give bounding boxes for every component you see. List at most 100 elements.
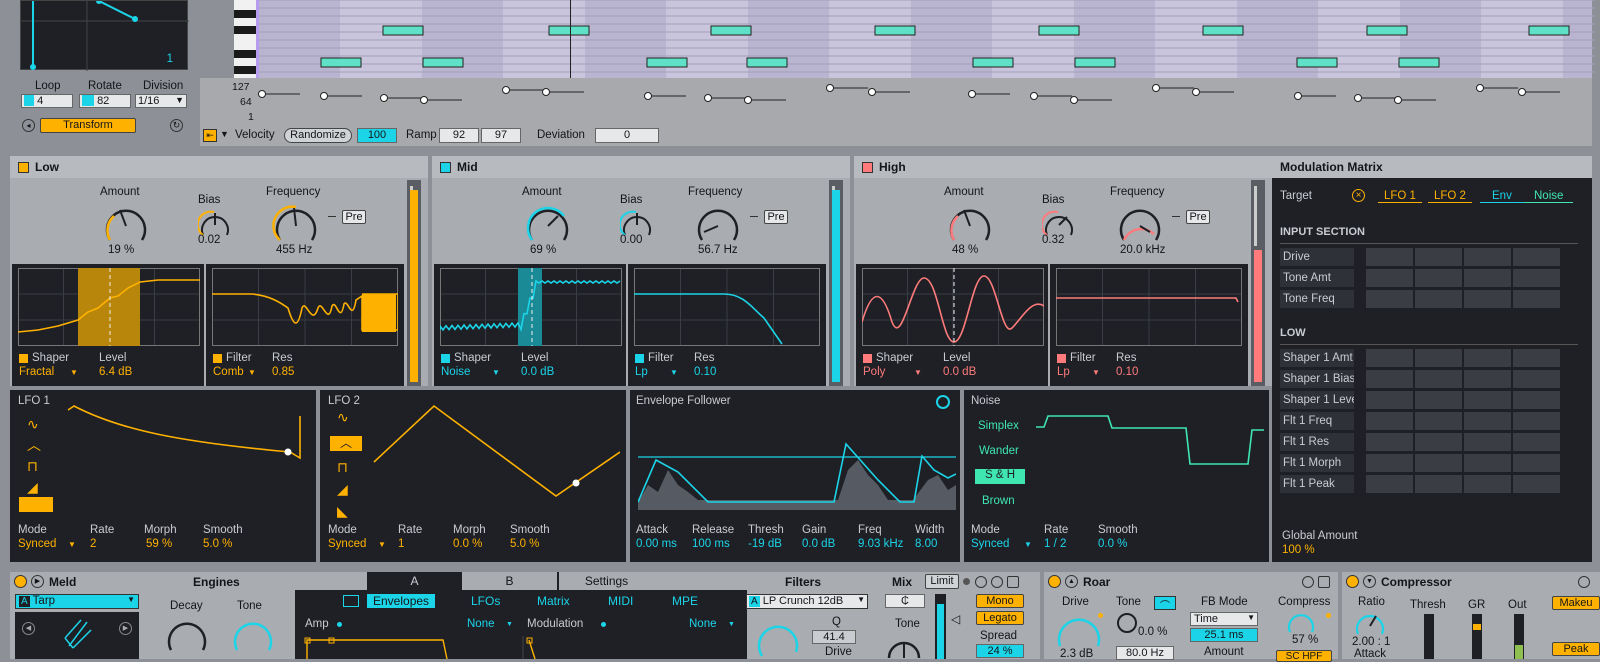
matrix-cell[interactable] xyxy=(1464,269,1511,287)
global-amount-value[interactable]: 100 % xyxy=(1282,544,1315,556)
hot-swap-icon[interactable] xyxy=(1302,576,1314,588)
env-gain[interactable]: 0.0 dB xyxy=(802,538,835,550)
env-thresh[interactable]: -19 dB xyxy=(748,538,782,550)
subtab-envelopes[interactable]: Envelopes xyxy=(367,594,436,608)
bias-value[interactable]: 0.00 xyxy=(620,234,642,246)
saw-wave-icon[interactable]: ◢ xyxy=(27,477,41,498)
matrix-cell[interactable] xyxy=(1415,370,1462,388)
out-meter[interactable] xyxy=(1514,614,1524,659)
frequency-knob[interactable] xyxy=(694,202,744,248)
noise-type-wander[interactable]: Wander xyxy=(979,445,1019,457)
source-lfo2[interactable]: LFO 2 xyxy=(1428,190,1472,203)
pre-button[interactable]: Pre xyxy=(342,210,366,224)
source-env[interactable]: Env xyxy=(1480,190,1524,203)
amount-knob[interactable] xyxy=(102,202,152,248)
hot-swap-icon[interactable] xyxy=(991,576,1003,588)
matrix-cell[interactable] xyxy=(1366,475,1413,493)
matrix-cell[interactable] xyxy=(1513,248,1560,266)
collapse-icon[interactable]: ▲ xyxy=(1065,575,1078,588)
rotate-field[interactable]: 82 xyxy=(79,94,131,108)
amount-knob[interactable] xyxy=(946,202,996,248)
matrix-cell[interactable] xyxy=(1366,349,1413,367)
matrix-cell[interactable] xyxy=(1415,433,1462,451)
compress-value[interactable]: 57 % xyxy=(1292,634,1318,646)
matrix-cell[interactable] xyxy=(1513,412,1560,430)
amount-knob[interactable] xyxy=(524,202,574,248)
matrix-cell[interactable] xyxy=(1464,370,1511,388)
frequency-value[interactable]: 455 Hz xyxy=(276,244,312,256)
fb-time-value[interactable]: 25.1 ms xyxy=(1190,628,1258,642)
lfo1-smooth[interactable]: 5.0 % xyxy=(203,538,232,550)
matrix-cell[interactable] xyxy=(1464,475,1511,493)
limit-button[interactable]: Limit xyxy=(925,574,959,589)
fold-icon[interactable]: ⇤ xyxy=(203,129,217,142)
lfo2-mode[interactable]: Synced xyxy=(328,538,366,550)
loop-field[interactable]: 4 xyxy=(21,94,73,108)
level-value[interactable]: 0.0 dB xyxy=(521,366,554,378)
shaper-type[interactable]: Fractal xyxy=(19,366,54,378)
prev-icon[interactable]: ◀ xyxy=(22,622,35,635)
matrix-cell[interactable] xyxy=(1366,290,1413,308)
matrix-cell[interactable] xyxy=(1366,370,1413,388)
mpe-icon[interactable] xyxy=(975,576,987,588)
spread-value[interactable]: 24 % xyxy=(976,644,1024,658)
makeup-button[interactable]: Makeu xyxy=(1552,596,1600,610)
matrix-cell[interactable] xyxy=(1513,349,1560,367)
tab-settings[interactable]: Settings xyxy=(559,572,654,590)
roar-tone-freq[interactable]: 80.0 Hz xyxy=(1116,646,1174,660)
filter-graph[interactable] xyxy=(634,268,820,346)
matrix-cell[interactable] xyxy=(1513,290,1560,308)
matrix-cell[interactable] xyxy=(1513,391,1560,409)
xy-pad[interactable]: 1 xyxy=(20,0,189,71)
filter-graph[interactable] xyxy=(212,268,398,346)
division-select[interactable]: 1/16 ▼ xyxy=(135,94,187,108)
res-value[interactable]: 0.10 xyxy=(694,366,716,378)
shaper-type[interactable]: Noise xyxy=(441,366,470,378)
q-value[interactable]: 41.4 xyxy=(812,630,856,644)
ramp-b-field[interactable]: 97 xyxy=(481,128,521,143)
envelope-icon[interactable] xyxy=(343,595,359,607)
shaper-graph[interactable] xyxy=(440,268,622,346)
frequency-knob[interactable] xyxy=(272,202,322,248)
band-enable-toggle[interactable] xyxy=(18,161,29,173)
shaper-graph[interactable] xyxy=(18,268,200,346)
noise-mode[interactable]: Synced xyxy=(971,538,1009,550)
subtab-lfos[interactable]: LFOs xyxy=(471,594,500,608)
thresh-meter[interactable] xyxy=(1424,614,1434,659)
transform-left-icon[interactable]: ◂ xyxy=(22,119,35,132)
chevron-down-icon[interactable]: ▼ xyxy=(220,129,229,139)
amp-none[interactable]: None xyxy=(467,618,495,630)
ratio-value[interactable]: 2.00 : 1 xyxy=(1352,636,1390,648)
matrix-cell[interactable] xyxy=(1513,269,1560,287)
lfo2-rate[interactable]: 1 xyxy=(398,538,404,550)
res-value[interactable]: 0.10 xyxy=(1116,366,1138,378)
matrix-cell[interactable] xyxy=(1464,391,1511,409)
mono-button[interactable]: Mono xyxy=(976,594,1024,608)
matrix-cell[interactable] xyxy=(1513,433,1560,451)
matrix-cell[interactable] xyxy=(1464,412,1511,430)
lfo2-smooth[interactable]: 5.0 % xyxy=(510,538,539,550)
noise-type-brown[interactable]: Brown xyxy=(982,495,1015,507)
piano-keys[interactable] xyxy=(234,0,256,78)
matrix-cell[interactable] xyxy=(1464,454,1511,472)
bias-value[interactable]: 0.02 xyxy=(198,234,220,246)
noise-smooth[interactable]: 0.0 % xyxy=(1098,538,1127,550)
next-icon[interactable]: ▶ xyxy=(119,622,132,635)
lfo1-mode[interactable]: Synced xyxy=(18,538,56,550)
matrix-cell[interactable] xyxy=(1513,454,1560,472)
shaper-type[interactable]: Poly xyxy=(863,366,885,378)
note-grid[interactable] xyxy=(256,0,1595,78)
preset-select[interactable]: A Tarp ▼ xyxy=(15,594,139,609)
matrix-cell[interactable] xyxy=(1415,349,1462,367)
amount-value[interactable]: 48 % xyxy=(952,244,978,256)
env-attack[interactable]: 0.00 ms xyxy=(636,538,677,550)
peak-button[interactable]: Peak xyxy=(1552,642,1600,656)
res-value[interactable]: 0.85 xyxy=(272,366,294,378)
frequency-knob[interactable] xyxy=(1116,202,1166,248)
band-enable-toggle[interactable] xyxy=(440,161,451,173)
env-width[interactable]: 8.00 xyxy=(915,538,937,550)
cent-field[interactable]: ₵ xyxy=(885,594,925,608)
filter-type[interactable]: Lp xyxy=(635,366,648,378)
lfo1-rate[interactable]: 2 xyxy=(90,538,96,550)
filter-type[interactable]: Lp xyxy=(1057,366,1070,378)
